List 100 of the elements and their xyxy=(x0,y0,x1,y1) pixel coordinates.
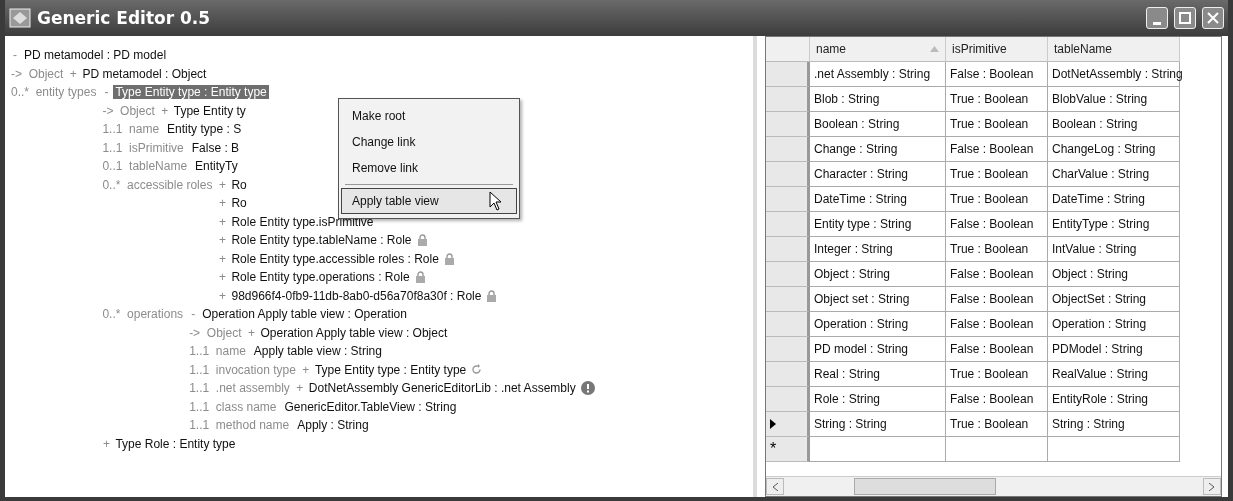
table-cell: True : Boolean xyxy=(946,112,1048,137)
menu-item[interactable]: Remove link xyxy=(341,155,517,181)
tree-node[interactable]: PD metamodel : Object xyxy=(80,66,209,81)
table-cell: .net Assembly : String xyxy=(810,62,946,87)
scroll-thumb[interactable] xyxy=(854,478,996,495)
tree-node[interactable]: GenericEditor.TableView : String xyxy=(282,399,459,414)
table-cell: Integer : String xyxy=(810,237,946,262)
table-cell: EntityRole : String xyxy=(1048,387,1180,412)
table-cell: Object set : String xyxy=(810,287,946,312)
current-row-icon xyxy=(770,419,776,429)
table-cell[interactable] xyxy=(810,437,946,462)
close-button[interactable] xyxy=(1202,7,1224,29)
corner-header xyxy=(766,37,810,62)
table-cell: Object : String xyxy=(810,262,946,287)
expand-toggle[interactable]: - xyxy=(11,48,19,63)
table-cell: True : Boolean xyxy=(946,237,1048,262)
table-cell: False : Boolean xyxy=(946,137,1048,162)
table-cell: Role : String xyxy=(810,387,946,412)
table-cell: DateTime : String xyxy=(810,187,946,212)
table-cell: PDModel : String xyxy=(1048,337,1180,362)
tree-node[interactable]: Operation Apply table view : Operation xyxy=(200,307,409,322)
property-label: 0..* operations xyxy=(102,306,185,323)
tree-node[interactable]: Role Entity type.operations : Role xyxy=(229,270,412,285)
tree-node[interactable]: Type Entity type : Entity type xyxy=(312,362,469,377)
cursor-icon xyxy=(489,191,503,211)
property-label: 1..1 name xyxy=(189,343,247,360)
table-cell: ObjectSet : String xyxy=(1048,287,1180,312)
table-cell: Blob : String xyxy=(810,87,946,112)
maximize-icon xyxy=(1179,12,1191,24)
row-header[interactable]: * xyxy=(766,437,810,462)
tree-node[interactable]: DotNetAssembly GenericEditorLib : .net Assembly xyxy=(306,381,578,396)
menu-item[interactable]: Apply table view xyxy=(341,188,517,214)
table-cell: True : Boolean xyxy=(946,162,1048,187)
table-cell: RealValue : String xyxy=(1048,362,1180,387)
sort-icon xyxy=(930,46,939,52)
chevron-right-icon xyxy=(1209,482,1215,491)
column-header[interactable]: isPrimitive xyxy=(946,37,1048,62)
tree-node[interactable]: Entity type : S xyxy=(165,122,244,137)
property-label: 1..1 name xyxy=(102,121,161,138)
tree-node[interactable]: Apply : String xyxy=(295,418,371,433)
table-cell: DateTime : String xyxy=(1048,187,1180,212)
table-cell: IntValue : String xyxy=(1048,237,1180,262)
table-cell: Boolean : String xyxy=(810,112,946,137)
table-cell: True : Boolean xyxy=(946,412,1048,437)
property-label: 1..1 class name xyxy=(189,398,278,416)
table-cell: Operation : String xyxy=(1048,312,1180,337)
maximize-button[interactable] xyxy=(1174,7,1196,29)
chevron-left-icon xyxy=(772,482,778,491)
column-header[interactable]: tableName xyxy=(1048,37,1180,62)
property-label: 1..1 invocation type xyxy=(189,361,297,379)
column-header[interactable]: name xyxy=(810,37,946,62)
property-label: -> Object xyxy=(189,324,243,342)
scroll-left-button[interactable] xyxy=(766,478,784,495)
property-label: -> Object xyxy=(102,102,156,120)
tree-node[interactable]: Type Entity ty xyxy=(171,103,248,118)
table-cell[interactable] xyxy=(946,437,1048,462)
table-cell: String : String xyxy=(810,412,946,437)
close-icon xyxy=(1207,12,1219,24)
minimize-icon xyxy=(1153,21,1161,25)
scroll-right-button[interactable] xyxy=(1203,478,1221,495)
property-label: 0..* accessible roles xyxy=(102,176,214,194)
horizontal-scrollbar[interactable] xyxy=(766,476,1221,496)
tree-node[interactable]: Ro xyxy=(229,196,249,211)
property-label: 1..1 isPrimitive xyxy=(102,139,185,157)
table-cell: Character : String xyxy=(810,162,946,187)
table-cell: DotNetAssembly : String xyxy=(1048,62,1180,87)
menu-item[interactable]: Make root xyxy=(341,103,517,129)
tree-node[interactable]: Role Entity type.isPrimitive xyxy=(229,214,376,229)
property-label: 1..1 method name xyxy=(189,417,291,434)
table-cell[interactable] xyxy=(1048,437,1180,462)
table-cell: EntityType : String xyxy=(1048,212,1180,237)
expand-toggle[interactable]: - xyxy=(189,307,198,322)
tree-node[interactable]: False : B xyxy=(189,140,242,155)
menu-item[interactable]: Change link xyxy=(341,129,517,155)
table-cell: Operation : String xyxy=(810,312,946,337)
table-cell: False : Boolean xyxy=(946,387,1048,412)
tree-node[interactable]: Operation Apply table view : Object xyxy=(258,325,450,340)
row-header[interactable] xyxy=(766,412,810,437)
table-cell: False : Boolean xyxy=(946,287,1048,312)
tree-node[interactable]: Role Entity type.tableName : Role xyxy=(229,233,414,248)
new-row-marker: * xyxy=(770,440,777,458)
tree-node[interactable]: Type Role : Entity type xyxy=(113,436,238,451)
tree-node[interactable]: PD metamodel : PD model xyxy=(22,48,169,63)
app-icon xyxy=(9,8,31,28)
expand-toggle[interactable]: - xyxy=(102,85,111,100)
property-label: 0..* entity types xyxy=(11,84,98,101)
table-cell: PD model : String xyxy=(810,337,946,362)
tree-node[interactable]: EntityTy xyxy=(193,159,240,174)
tree-node[interactable]: Role Entity type.accessible roles : Role xyxy=(229,251,441,266)
minimize-button[interactable] xyxy=(1146,7,1168,29)
table-cell: ChangeLog : String xyxy=(1048,137,1180,162)
table-cell: Boolean : String xyxy=(1048,112,1180,137)
property-label: -> Object xyxy=(11,65,65,83)
property-label: 1..1 .net assembly xyxy=(189,380,291,397)
tree-node[interactable]: Ro xyxy=(229,177,249,192)
table-cell: CharValue : String xyxy=(1048,162,1180,187)
tree-node[interactable]: 98d966f4-0fb9-11db-8ab0-d56a70f8a30f : Role xyxy=(229,288,484,303)
tree-node[interactable]: Type Entity type : Entity type xyxy=(113,85,269,100)
tree-node[interactable]: Apply table view : String xyxy=(251,344,384,359)
table-cell: True : Boolean xyxy=(946,87,1048,112)
